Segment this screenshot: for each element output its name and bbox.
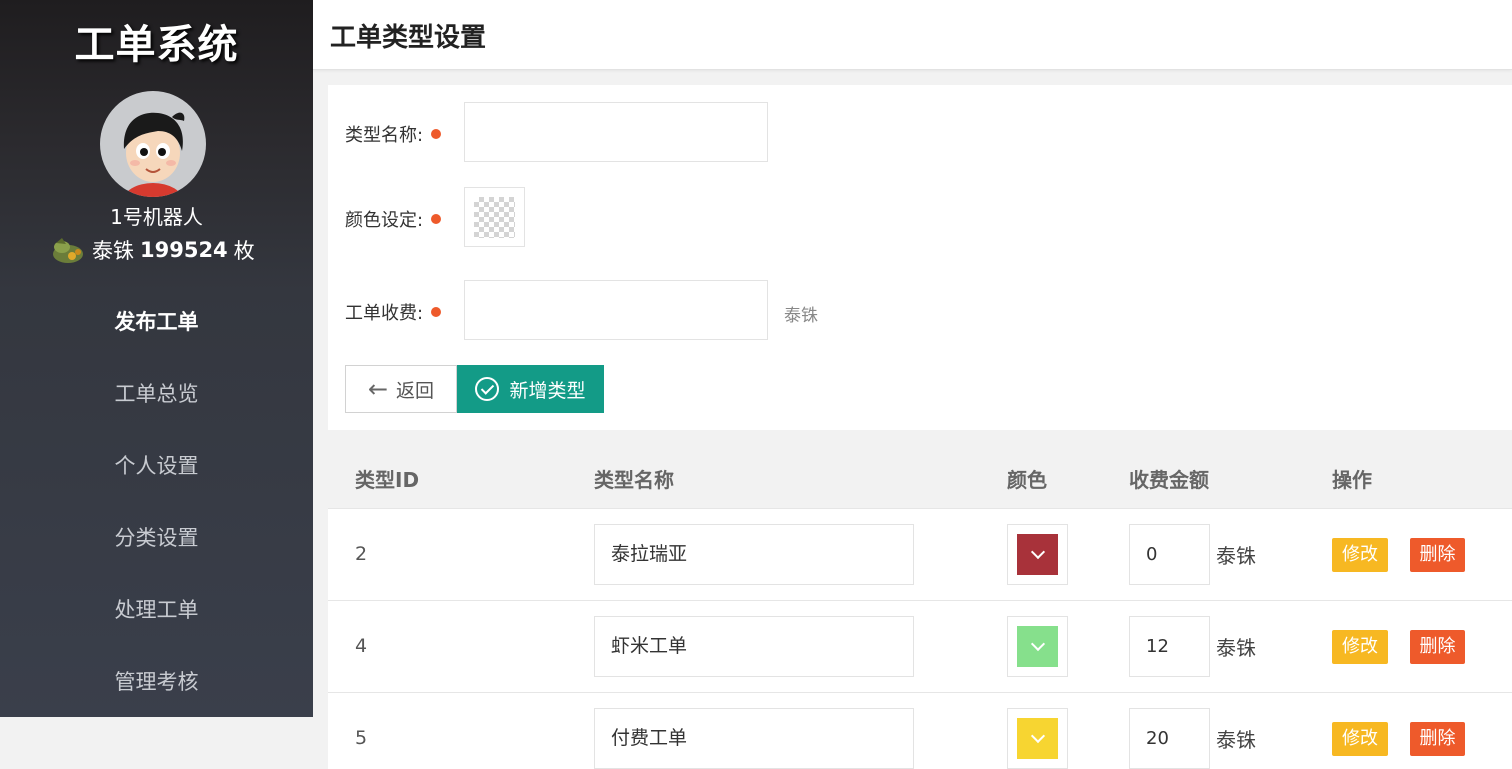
type-id: 4 — [355, 635, 368, 657]
table-header: 类型ID 类型名称 颜色 收费金额 操作 — [328, 446, 1512, 509]
chevron-down-icon — [1030, 728, 1045, 744]
type-name-field[interactable]: 付费工单 — [594, 708, 914, 769]
brand-title: 工单系统 — [74, 22, 239, 68]
type-id: 2 — [355, 543, 368, 565]
edit-button[interactable]: 修改 — [1332, 538, 1388, 572]
coin-pouch-icon — [48, 235, 88, 265]
fee-input[interactable] — [464, 280, 768, 340]
required-dot — [431, 307, 442, 317]
sidebar: 工单系统 1号机器人 泰铢 199524 枚 发布工单 工单总览 个人设置 分类… — [0, 0, 313, 717]
nav-item-ticket-overview[interactable]: 工单总览 — [0, 358, 313, 430]
table-row: 2 泰拉瑞亚 0 泰铢 修改 删除 — [328, 509, 1512, 601]
header-fee: 收费金额 — [1129, 468, 1209, 492]
header-color: 颜色 — [1007, 468, 1047, 492]
required-dot — [431, 214, 442, 224]
arrow-left-icon: ← — [367, 375, 389, 403]
add-type-button-label: 新增类型 — [509, 379, 586, 402]
table-row: 5 付费工单 20 泰铢 修改 删除 — [328, 693, 1512, 769]
color-picker[interactable] — [1007, 616, 1068, 677]
chevron-down-icon — [1030, 636, 1045, 652]
top-bar: 工单类型设置 — [313, 0, 1512, 70]
nav-item-personal-settings[interactable]: 个人设置 — [0, 430, 313, 502]
color-swatch — [1017, 626, 1058, 667]
color-swatch — [1017, 718, 1058, 759]
fee-unit: 泰铢 — [1216, 544, 1256, 568]
delete-button[interactable]: 删除 — [1410, 538, 1465, 572]
edit-button[interactable]: 修改 — [1332, 630, 1388, 664]
color-swatch — [1017, 534, 1058, 575]
back-button-label: 返回 — [396, 379, 435, 402]
fee-unit: 泰铢 — [784, 306, 818, 326]
page-title: 工单类型设置 — [330, 23, 487, 53]
required-dot — [431, 129, 442, 139]
type-name-label-text: 类型名称: — [345, 125, 424, 146]
color-picker[interactable] — [1007, 524, 1068, 585]
coin-suffix: 枚 — [233, 239, 255, 263]
check-circle-icon — [475, 377, 500, 401]
header-type-name: 类型名称 — [594, 468, 674, 492]
coin-balance: 泰铢 199524 枚 — [48, 234, 255, 266]
sidebar-nav: 发布工单 工单总览 个人设置 分类设置 处理工单 管理考核 — [0, 286, 313, 718]
color-picker[interactable] — [1007, 708, 1068, 769]
type-name-field[interactable]: 泰拉瑞亚 — [594, 524, 914, 585]
fee-field[interactable]: 0 — [1129, 524, 1210, 585]
header-actions: 操作 — [1332, 468, 1372, 492]
nav-item-publish-ticket[interactable]: 发布工单 — [0, 286, 313, 358]
color-label-text: 颜色设定: — [345, 210, 424, 231]
add-type-button[interactable]: 新增类型 — [457, 365, 604, 413]
coin-name: 泰铢 — [92, 239, 134, 263]
header-type-id: 类型ID — [355, 468, 420, 492]
table-row: 4 虾米工单 12 泰铢 修改 删除 — [328, 601, 1512, 693]
type-name-field[interactable]: 虾米工单 — [594, 616, 914, 677]
color-label: 颜色设定: — [345, 206, 442, 232]
type-name-input[interactable] — [464, 102, 768, 162]
avatar[interactable] — [100, 91, 206, 197]
nav-item-process-tickets[interactable]: 处理工单 — [0, 574, 313, 646]
delete-button[interactable]: 删除 — [1410, 630, 1465, 664]
fee-label-text: 工单收费: — [345, 303, 424, 324]
type-table: 类型ID 类型名称 颜色 收费金额 操作 2 泰拉瑞亚 0 泰铢 修改 删除 4… — [328, 446, 1512, 769]
edit-button[interactable]: 修改 — [1332, 722, 1388, 756]
nav-item-management-review[interactable]: 管理考核 — [0, 646, 313, 718]
fee-field[interactable]: 20 — [1129, 708, 1210, 769]
color-picker[interactable] — [464, 187, 525, 247]
username: 1号机器人 — [110, 205, 203, 229]
fee-unit: 泰铢 — [1216, 728, 1256, 752]
back-button[interactable]: ← 返回 — [345, 365, 457, 413]
fee-unit: 泰铢 — [1216, 636, 1256, 660]
chevron-down-icon — [1030, 544, 1045, 560]
nav-item-category-settings[interactable]: 分类设置 — [0, 502, 313, 574]
delete-button[interactable]: 删除 — [1410, 722, 1465, 756]
type-id: 5 — [355, 727, 368, 749]
transparent-swatch-icon — [474, 197, 515, 238]
fee-label: 工单收费: — [345, 299, 442, 325]
coin-amount: 199524 — [140, 238, 228, 262]
type-form: 类型名称: 颜色设定: 工单收费: 泰铢 ← 返回 新增类型 — [328, 85, 1512, 430]
fee-field[interactable]: 12 — [1129, 616, 1210, 677]
type-name-label: 类型名称: — [345, 121, 442, 147]
